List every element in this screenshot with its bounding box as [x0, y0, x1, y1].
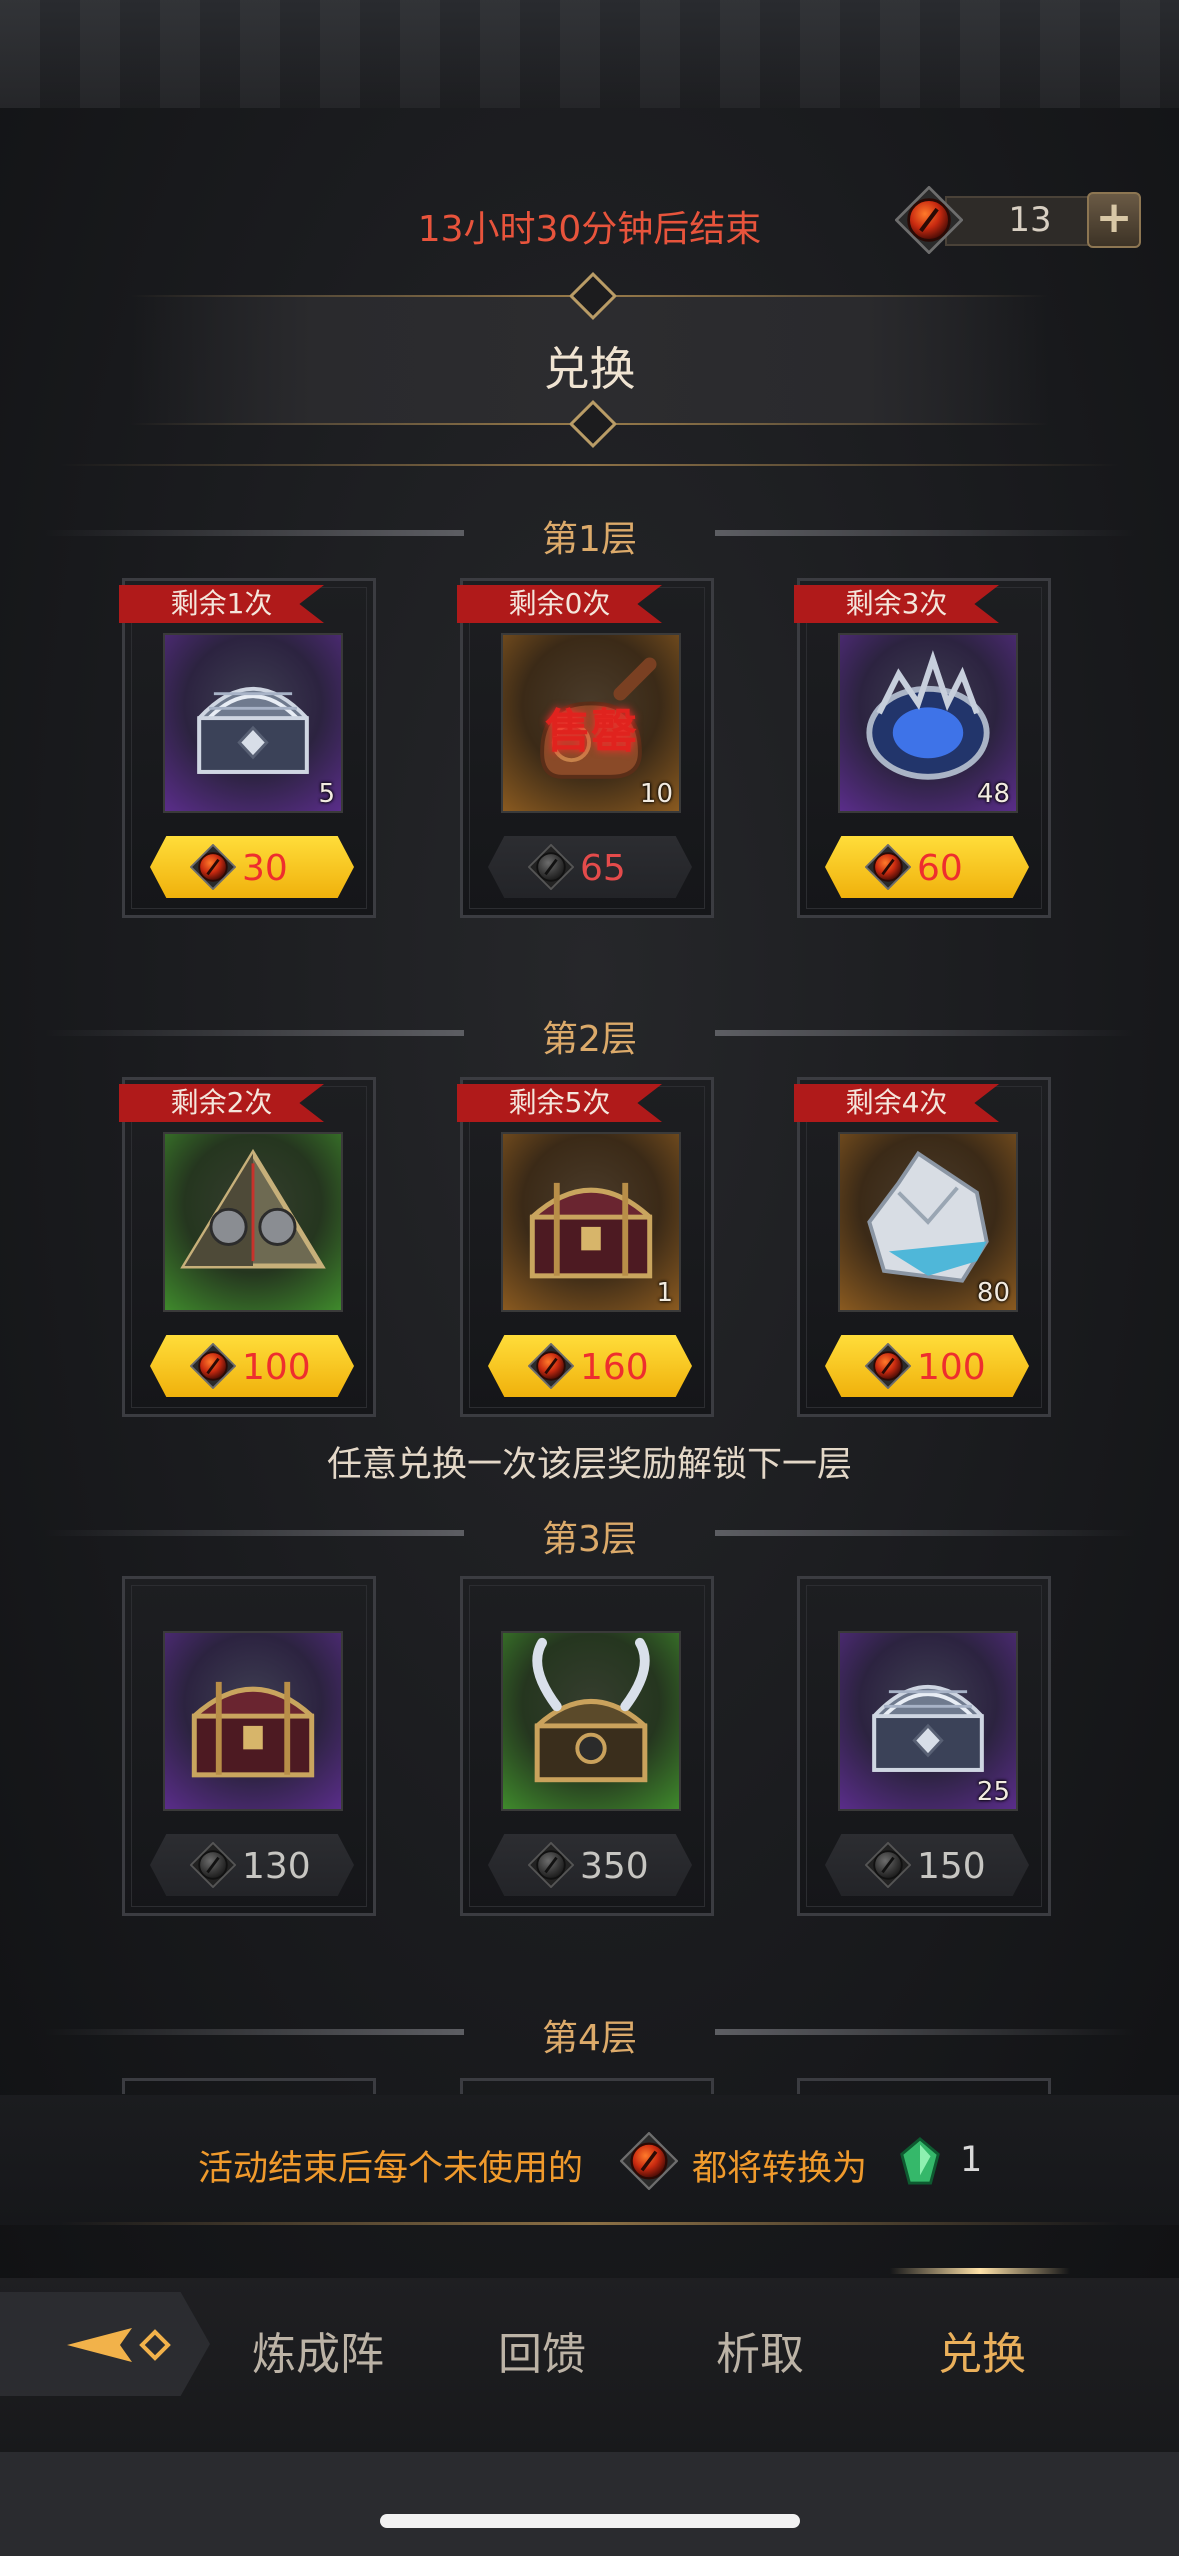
- exchange-button[interactable]: 65: [488, 836, 692, 898]
- remaining-badge: 剩余2次: [119, 1084, 324, 1122]
- price: 150: [917, 1846, 986, 1887]
- divider: [60, 464, 1119, 466]
- tab-extract[interactable]: 析取: [716, 2318, 804, 2382]
- price: 160: [580, 1347, 649, 1388]
- currency-coin-icon: [528, 1842, 574, 1888]
- page-title: 兑换: [543, 342, 636, 396]
- item-slot[interactable]: 80: [838, 1132, 1018, 1312]
- item-slot[interactable]: [163, 1132, 343, 1312]
- price: 350: [580, 1846, 649, 1887]
- price: 100: [242, 1347, 311, 1388]
- remaining-badge: 剩余3次: [794, 585, 999, 623]
- exchange-button[interactable]: 160: [488, 1335, 692, 1397]
- tier-label: 第3层: [542, 1519, 637, 1560]
- back-button[interactable]: [0, 2292, 210, 2396]
- currency-coin-icon: [865, 844, 911, 890]
- item-quantity: 5: [318, 779, 335, 809]
- exchange-card[interactable]: 剩余5次 1 160: [457, 1077, 714, 1417]
- gold-chest-icon: [165, 1633, 341, 1809]
- tier-label: 第2层: [542, 1019, 637, 1060]
- price: 30: [242, 848, 288, 889]
- card-frame-partial: [122, 2078, 376, 2094]
- price: 65: [580, 848, 626, 889]
- currency-counter: 13 +: [895, 186, 1141, 254]
- add-currency-button[interactable]: +: [1087, 192, 1141, 248]
- exchange-card[interactable]: 剩余4次 80 100: [794, 1077, 1051, 1417]
- exchange-card[interactable]: 25 150: [797, 1576, 1051, 1916]
- currency-coin-icon: [190, 844, 236, 890]
- price: 130: [242, 1846, 311, 1887]
- silver-chest-icon: [165, 635, 341, 811]
- back-arrow-icon: [67, 2328, 171, 2362]
- tier-header-1: 第1层: [0, 508, 1179, 560]
- exchange-button[interactable]: 150: [825, 1834, 1029, 1896]
- tier-label: 第1层: [542, 519, 637, 560]
- item-slot[interactable]: [501, 1631, 681, 1811]
- currency-coin-icon: [865, 1842, 911, 1888]
- item-quantity: 48: [976, 779, 1010, 809]
- active-tab-indicator: [890, 2268, 1070, 2274]
- horned-chest-icon: [503, 1633, 679, 1809]
- title-banner: 兑换: [130, 271, 1049, 449]
- item-slot[interactable]: 25: [838, 1631, 1018, 1811]
- divider: [60, 2222, 1119, 2225]
- item-quantity: 10: [639, 779, 673, 809]
- tab-transmutation-circle[interactable]: 炼成阵: [252, 2318, 384, 2382]
- tier-label: 第4层: [542, 2018, 637, 2059]
- remaining-badge: 剩余0次: [457, 585, 662, 623]
- exchange-card[interactable]: 350: [460, 1576, 714, 1916]
- conversion-text-before: 活动结束后每个未使用的: [198, 2149, 584, 2189]
- remaining-badge: 剩余5次: [457, 1084, 662, 1122]
- item-slot[interactable]: [163, 1631, 343, 1811]
- gold-chest-icon: [503, 1134, 679, 1310]
- item-quantity: 25: [976, 1777, 1010, 1807]
- item-slot[interactable]: 1: [501, 1132, 681, 1312]
- conversion-text-after: 都将转换为: [692, 2149, 868, 2189]
- currency-coin-icon: [895, 186, 963, 254]
- price: 60: [917, 848, 963, 889]
- bottom-frame: [0, 2452, 1179, 2556]
- tier-header-2: 第2层: [0, 1008, 1179, 1060]
- exchange-button[interactable]: 100: [825, 1335, 1029, 1397]
- currency-coin-icon: [865, 1343, 911, 1389]
- item-quantity: 1: [656, 1278, 673, 1308]
- item-slot[interactable]: 售罄 10: [501, 633, 681, 813]
- card-frame-partial: [460, 2078, 714, 2094]
- pyramid-relic-icon: [165, 1134, 341, 1310]
- item-slot[interactable]: 48: [838, 633, 1018, 813]
- card-frame-partial: [797, 2078, 1051, 2094]
- currency-coin-icon: [528, 1343, 574, 1389]
- currency-coin-icon: [620, 2132, 678, 2190]
- exchange-button[interactable]: 30: [150, 836, 354, 898]
- currency-count: 13: [1008, 200, 1052, 240]
- exchange-button[interactable]: 60: [825, 836, 1029, 898]
- item-slot[interactable]: 5: [163, 633, 343, 813]
- currency-coin-icon: [190, 1842, 236, 1888]
- exchange-card[interactable]: 剩余2次 100: [119, 1077, 376, 1417]
- conversion-strip: [0, 2095, 1179, 2225]
- tier-header-3: 第3层: [0, 1508, 1179, 1560]
- remaining-badge: 剩余4次: [794, 1084, 999, 1122]
- currency-coin-icon: [190, 1343, 236, 1389]
- tier-header-4: 第4层: [0, 2007, 1179, 2059]
- exchange-button[interactable]: 100: [150, 1335, 354, 1397]
- unlock-hint: 任意兑换一次该层奖励解锁下一层: [326, 1445, 852, 1485]
- top-frame: [0, 0, 1179, 111]
- sold-out-stamp: 售罄: [545, 704, 637, 758]
- currency-coin-icon: [528, 844, 574, 890]
- tab-exchange[interactable]: 兑换: [938, 2318, 1026, 2382]
- price: 100: [917, 1347, 986, 1388]
- exchange-button[interactable]: 350: [488, 1834, 692, 1896]
- exchange-card[interactable]: 剩余1次 5 30: [119, 578, 376, 918]
- home-indicator[interactable]: [380, 2514, 800, 2528]
- conversion-value: 1: [960, 2140, 983, 2180]
- exchange-card[interactable]: 剩余0次 售罄 10 65: [457, 578, 714, 918]
- exchange-card[interactable]: 剩余3次 48 60: [794, 578, 1051, 918]
- exchange-button[interactable]: 130: [150, 1834, 354, 1896]
- tab-rewards[interactable]: 回馈: [498, 2318, 586, 2382]
- item-quantity: 80: [976, 1278, 1010, 1308]
- remaining-badge: 剩余1次: [119, 585, 324, 623]
- exchange-card[interactable]: 130: [122, 1576, 376, 1916]
- green-gem-icon: [896, 2134, 944, 2188]
